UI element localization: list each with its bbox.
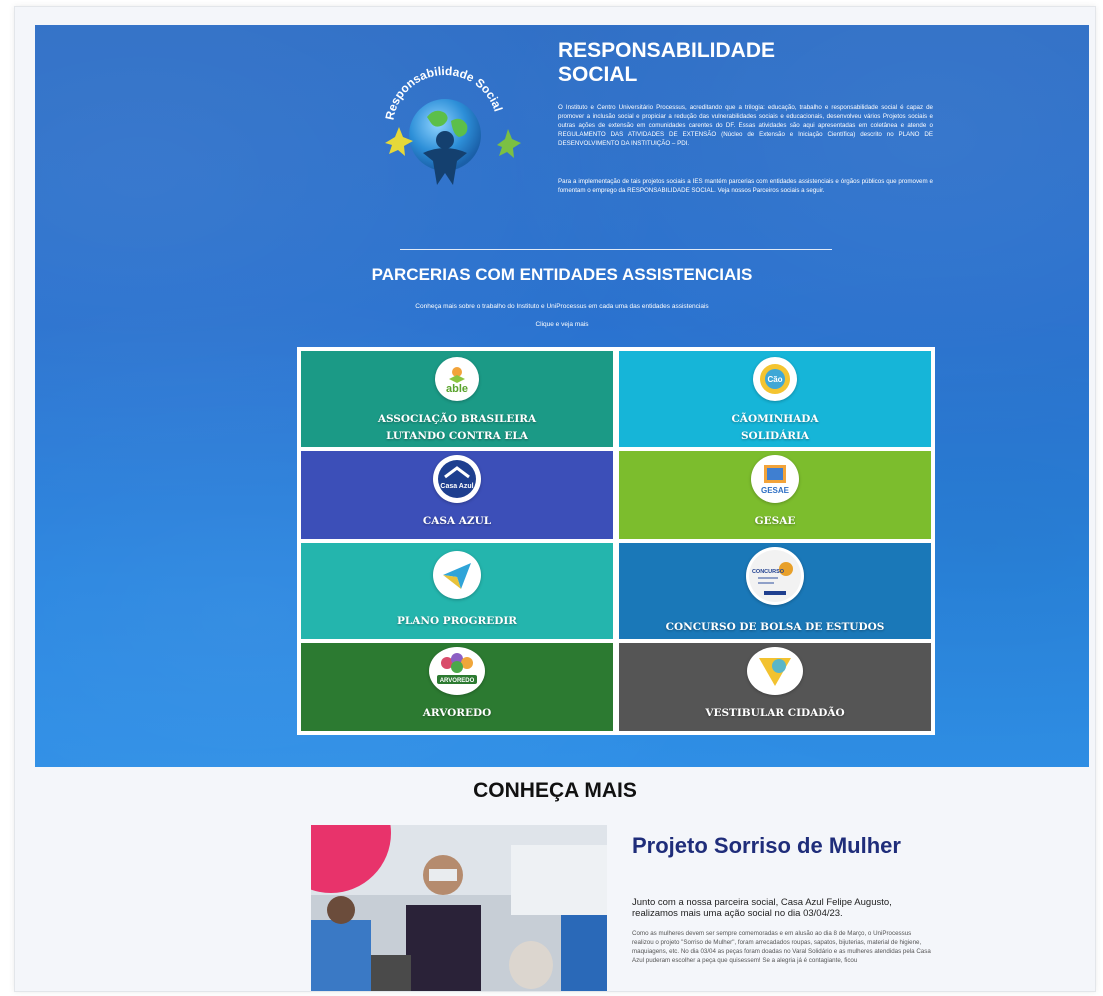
partner-card-arvoredo[interactable]: ARVOREDO ARVOREDO (301, 643, 613, 731)
partners-grid: able ASSOCIAÇÃO BRASILEIRA LUTANDO CONTR… (297, 347, 935, 735)
caominhada-logo-icon: Cão (753, 357, 797, 401)
partner-card-gesae[interactable]: GESAE GESAE (619, 451, 931, 539)
conheca-mais-title: CONHEÇA MAIS (473, 779, 637, 802)
svg-text:ARVOREDO: ARVOREDO (440, 678, 475, 684)
article-title[interactable]: Projeto Sorriso de Mulher (632, 833, 912, 859)
responsabilidade-paragraph-2: Para a implementação de tais projetos so… (558, 178, 933, 194)
able-logo-icon: able (435, 357, 479, 401)
vestibular-logo-icon (747, 647, 803, 695)
concurso-logo-icon: CONCURSO (746, 547, 804, 605)
progredir-logo-icon (433, 551, 481, 599)
partner-card-label: GESAE (754, 515, 796, 527)
responsabilidade-paragraph-1: O Instituto e Centro Universitário Proce… (558, 104, 933, 147)
parcerias-cta: Clique e veja mais (535, 321, 589, 328)
partner-card-label: CASA AZUL (422, 515, 492, 527)
svg-text:Cão: Cão (767, 375, 782, 384)
parcerias-subtitle: Conheça mais sobre o trabalho do Institu… (415, 303, 709, 310)
hero-section: Responsabilidade Social RESPONSABILIDADE… (35, 25, 1089, 767)
section-divider (400, 249, 832, 250)
partner-card-caominhada[interactable]: Cão CÃOMINHADA SOLIDÁRIA (619, 351, 931, 447)
partner-card-label: ASSOCIAÇÃO BRASILEIRA LUTANDO CONTRA ELA (377, 413, 537, 442)
svg-text:GESAE: GESAE (761, 486, 790, 495)
article-body: Como as mulheres devem ser sempre comemo… (632, 930, 931, 964)
partner-card-able[interactable]: able ASSOCIAÇÃO BRASILEIRA LUTANDO CONTR… (301, 351, 613, 447)
responsabilidade-social-logo: Responsabilidade Social (382, 64, 521, 185)
partner-card-label: PLANO PROGREDIR (396, 615, 518, 627)
gesae-logo-icon: GESAE (751, 455, 799, 503)
article-lead: Junto com a nossa parceira social, Casa … (632, 897, 892, 919)
partner-card-vestibular-cidadao[interactable]: VESTIBULAR CIDADÃO (619, 643, 931, 731)
partner-card-label: VESTIBULAR CIDADÃO (705, 707, 845, 719)
svg-text:CONCURSO: CONCURSO (752, 569, 785, 575)
partner-card-label: CÃOMINHADA SOLIDÁRIA (731, 413, 819, 442)
partner-card-label: CONCURSO DE BOLSA DE ESTUDOS (665, 621, 885, 633)
article-photo[interactable] (311, 825, 607, 991)
svg-text:able: able (446, 383, 468, 395)
casa-azul-logo-icon: Casa Azul (433, 455, 481, 503)
arvoredo-logo-icon: ARVOREDO (429, 647, 485, 695)
partner-card-casa-azul[interactable]: Casa Azul CASA AZUL (301, 451, 613, 539)
svg-text:Casa Azul: Casa Azul (440, 483, 473, 490)
page-frame: Responsabilidade Social RESPONSABILIDADE… (14, 6, 1096, 992)
partner-card-concurso[interactable]: CONCURSO CONCURSO DE BOLSA DE ESTUDOS (619, 543, 931, 639)
partner-card-plano-progredir[interactable]: PLANO PROGREDIR (301, 543, 613, 639)
responsabilidade-title: RESPONSABILIDADE SOCIAL (558, 39, 776, 86)
parcerias-title: PARCERIAS COM ENTIDADES ASSISTENCIAIS (371, 265, 753, 284)
partner-card-label: ARVOREDO (422, 707, 492, 719)
